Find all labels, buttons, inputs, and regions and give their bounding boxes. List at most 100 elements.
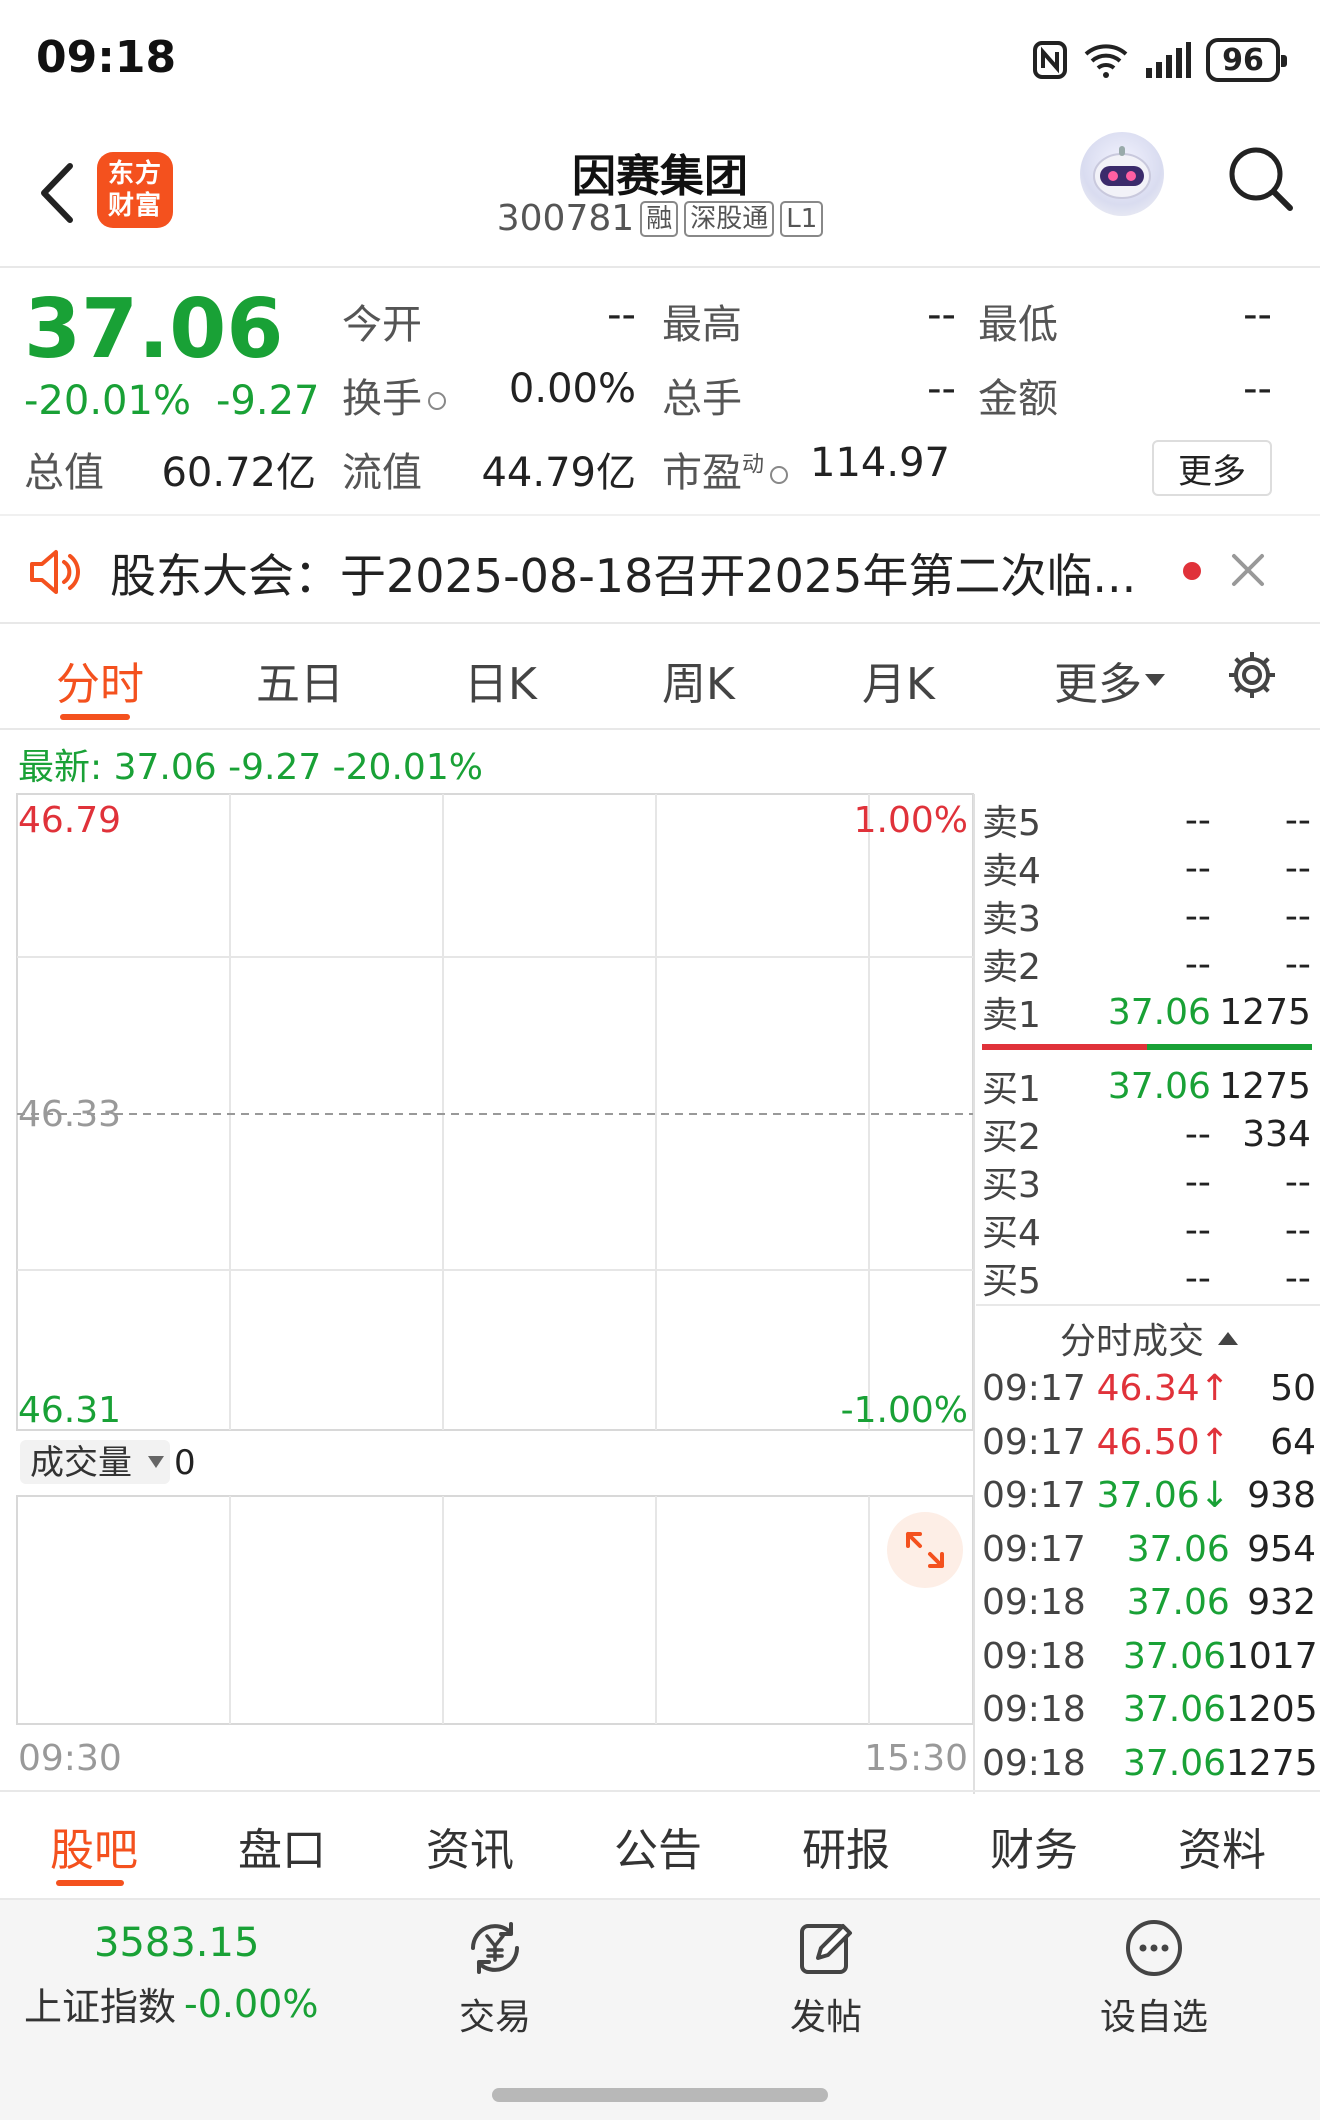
signal-icon [1146,42,1191,78]
tab-more[interactable]: 更多 [1054,648,1168,712]
tab-news[interactable]: 资讯 [426,1814,514,1878]
trade-label: 交易 [458,1997,531,2038]
current-price: 37.06 [24,282,284,377]
post-label: 发帖 [789,1997,862,2038]
ask-price: -- [1184,895,1211,937]
search-icon[interactable] [1226,144,1294,212]
trade-time: 09:18 [982,1742,1086,1784]
bid-price: -- [1184,1161,1211,1203]
info-icon [770,466,789,484]
volume-selector-label: 成交量 [30,1443,132,1483]
more-quote-button[interactable]: 更多 [1152,440,1272,496]
intraday-chart[interactable]: 46.79 46.33 46.31 1.00% -1.00% 成交量 0 09:… [0,790,980,1790]
trade-price: 37.06 [1126,1582,1230,1624]
ask-label: 卖2 [982,947,1041,988]
open-label: 今开 [342,302,422,348]
tab-weekly-k[interactable]: 周K [662,648,735,712]
high-value: -- [927,292,956,338]
trade-button[interactable]: 交易 [425,1918,565,2040]
close-icon[interactable] [1226,548,1270,592]
tabs-divider [0,728,1320,730]
pe-label-text: 市盈 [662,450,742,496]
bid-row-4: 买4 -- -- [982,1206,1312,1255]
trade-row: 09:17 46.50↑ 64 [982,1416,1316,1470]
turnover-value: 0.00% [508,366,636,412]
float-cap-value: 44.79亿 [481,450,636,496]
tab-announcements[interactable]: 公告 [614,1814,702,1878]
bid-price: -- [1184,1209,1211,1251]
compose-icon [800,1924,852,1974]
bid-row-1: 买1 37.06 1275 [982,1062,1312,1111]
active-tab-indicator [60,714,130,720]
tab-five-day[interactable]: 五日 [256,648,344,712]
pe-sup: 动 [742,452,765,478]
bid-price: -- [1184,1113,1211,1155]
bid-label: 买3 [982,1165,1041,1206]
trade-price: 37.06 [1122,1742,1226,1784]
info-icon [428,392,446,410]
trade-row: 09:17 46.34↑ 50 [982,1362,1316,1416]
index-change: -0.00% [184,1981,319,2026]
turnover-label-text: 换手 [342,376,422,422]
bid-row-2: 买2 -- 334 [982,1110,1312,1159]
bid-volume: 1275 [1219,1065,1311,1107]
change-amount: -9.27 [216,378,320,424]
trade-volume: 1275 [1226,1742,1318,1784]
tab-forum[interactable]: 股吧 [50,1814,138,1878]
trade-volume: 50 [1270,1368,1316,1410]
y-axis-mid-label: 46.33 [18,1094,121,1135]
post-button[interactable]: 发帖 [756,1918,896,2040]
index-ticker[interactable]: 上证指数 -0.00% [24,1976,318,2031]
float-cap-label: 流值 [342,450,422,496]
ask-row-5: 卖5 -- -- [982,796,1312,845]
volume-grid [229,1496,870,1724]
ask-volume: -- [1284,799,1311,841]
change-percent: -20.01% [24,378,191,424]
market-cap-value: 60.72亿 [161,450,316,496]
trades-header[interactable]: 分时成交 [1060,1312,1240,1364]
stock-code: 300781 [496,198,635,239]
volume-value: 0 [174,1443,196,1483]
tab-market-depth[interactable]: 盘口 [238,1814,326,1878]
pe-label[interactable]: 市盈动 [662,440,789,498]
turnover-label[interactable]: 换手 [342,366,446,424]
assistant-robot-avatar[interactable] [1080,132,1164,216]
expand-button [887,1512,963,1588]
tab-monthly-k[interactable]: 月K [862,648,935,712]
trade-price: 37.06 [1122,1689,1226,1731]
ask-price: -- [1184,799,1211,841]
trade-volume: 938 [1247,1475,1316,1517]
volume-chart-frame [16,1495,974,1725]
tab-research[interactable]: 研报 [802,1814,890,1878]
bid-label: 买4 [982,1213,1041,1254]
latest-quote-line: 最新: 37.06 -9.27 -20.01% [18,747,483,788]
tab-financials[interactable]: 财务 [990,1814,1078,1878]
amount-value: -- [1243,366,1272,412]
bid-label: 买2 [982,1117,1041,1158]
gear-icon[interactable] [1225,648,1279,702]
ask-volume: -- [1284,943,1311,985]
status-time: 09:18 [36,32,177,83]
trade-time: 09:17 [982,1368,1086,1410]
bid-book: 买1 37.06 1275 买2 -- 334 买3 -- -- 买4 -- -- 买5 -- -- [982,1062,1312,1303]
tab-daily-k[interactable]: 日K [464,648,537,712]
bid-label: 买5 [982,1261,1041,1302]
trade-row: 09:18 37.06 1017 [982,1630,1318,1684]
trade-price: 37.06↓ [1096,1475,1230,1517]
active-content-tab-indicator [56,1880,124,1886]
trade-row: 09:18 37.06 932 [982,1576,1316,1630]
ask-volume: -- [1284,847,1311,889]
add-watchlist-button[interactable]: 设自选 [1084,1918,1224,2040]
bid-row-5: 买5 -- -- [982,1254,1312,1303]
tab-intraday[interactable]: 分时 [56,648,144,712]
add-watchlist-label: 设自选 [1099,1997,1208,2038]
ask-price: 37.06 [1107,991,1211,1033]
tab-profile[interactable]: 资料 [1178,1814,1266,1878]
y-axis-bottom-label: 46.31 [18,1390,121,1431]
home-indicator[interactable] [492,2088,828,2102]
index-value[interactable]: 3583.15 [94,1920,259,1966]
ask-price: -- [1184,943,1211,985]
notice-text[interactable]: 股东大会：于2025-08-18召开2025年第二次临... [110,540,1136,606]
trade-price: 37.06 [1122,1635,1226,1677]
robot-icon [1093,146,1151,199]
